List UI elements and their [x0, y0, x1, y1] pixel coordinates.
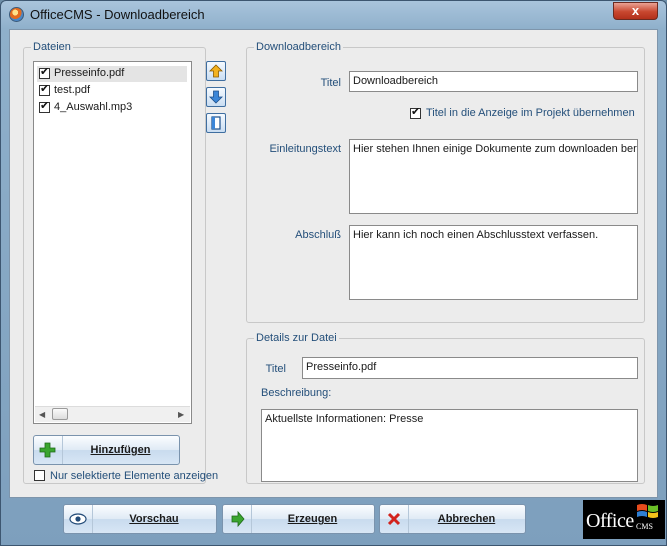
- eye-icon: [64, 505, 93, 533]
- description-textarea[interactable]: Aktuellste Informationen: Presse: [261, 409, 638, 482]
- main-window: OfficeCMS - Downloadbereich x Dateien ✔ …: [0, 0, 667, 546]
- scroll-thumb[interactable]: [52, 408, 68, 420]
- close-button[interactable]: x: [613, 2, 658, 20]
- take-title-label: Titel in die Anzeige im Projekt übernehm…: [426, 107, 635, 119]
- arrow-right-icon: [223, 505, 252, 533]
- list-item[interactable]: ✔ test.pdf: [37, 83, 187, 99]
- preview-button-label: Vorschau: [129, 513, 179, 525]
- file-checkbox[interactable]: ✔: [39, 100, 50, 113]
- cancel-button-label: Abbrechen: [437, 513, 496, 525]
- title-label: Titel: [320, 77, 341, 89]
- close-icon: x: [631, 3, 640, 18]
- officecms-logo: Office CMS: [583, 500, 665, 539]
- logo-subtext: CMS: [636, 522, 653, 531]
- take-title-checkbox[interactable]: ✔: [410, 106, 421, 119]
- page-button[interactable]: [206, 113, 226, 133]
- generate-button-label: Erzeugen: [287, 513, 338, 525]
- list-item[interactable]: ✔ 4_Auswahl.mp3: [37, 100, 187, 116]
- list-item[interactable]: ✔ Presseinfo.pdf: [37, 66, 187, 82]
- arrow-down-icon: [209, 90, 223, 104]
- file-checkbox[interactable]: ✔: [39, 83, 50, 96]
- horizontal-scrollbar[interactable]: ◀ ▶: [35, 406, 190, 422]
- move-up-button[interactable]: [206, 61, 226, 81]
- file-name: Presseinfo.pdf: [54, 67, 125, 79]
- preview-button[interactable]: Vorschau: [63, 504, 217, 534]
- generate-button[interactable]: Erzeugen: [222, 504, 375, 534]
- app-icon: [9, 7, 24, 22]
- only-selected-label: Nur selektierte Elemente anzeigen: [50, 470, 219, 482]
- footer-bar: Vorschau Erzeugen Abbrechen Office CMS: [9, 498, 665, 542]
- scroll-left-icon[interactable]: ◀: [39, 410, 45, 419]
- file-list[interactable]: ✔ Presseinfo.pdf ✔ test.pdf ✔ 4_Auswahl.…: [33, 61, 192, 424]
- description-label: Beschreibung:: [261, 387, 332, 399]
- plus-icon: [34, 436, 63, 464]
- closing-label: Abschluß: [295, 229, 341, 241]
- download-area-group-label: Downloadbereich: [254, 41, 343, 53]
- cancel-button[interactable]: Abbrechen: [379, 504, 526, 534]
- detail-title-field[interactable]: Presseinfo.pdf: [302, 357, 638, 379]
- arrow-up-icon: [209, 64, 223, 78]
- file-name: test.pdf: [54, 84, 91, 96]
- title-field[interactable]: Downloadbereich: [349, 71, 638, 92]
- files-group-label: Dateien: [31, 41, 73, 53]
- detail-title-label: Titel: [265, 363, 286, 375]
- title-bar[interactable]: OfficeCMS - Downloadbereich x: [1, 1, 666, 29]
- only-selected-checkbox[interactable]: [34, 470, 45, 481]
- dialog-client-area: Dateien ✔ Presseinfo.pdf ✔ test.pdf ✔ 4_…: [9, 29, 658, 498]
- move-down-button[interactable]: [206, 87, 226, 107]
- window-title: OfficeCMS - Downloadbereich: [30, 7, 205, 22]
- scroll-right-icon[interactable]: ▶: [178, 410, 184, 419]
- add-button[interactable]: Hinzufügen: [33, 435, 180, 465]
- file-checkbox[interactable]: ✔: [39, 66, 50, 79]
- cross-icon: [380, 505, 409, 533]
- windows-flag-icon: [637, 504, 658, 518]
- logo-text: Office: [586, 510, 634, 532]
- file-details-group-label: Details zur Datei: [254, 332, 339, 344]
- page-icon: [211, 116, 221, 130]
- add-button-label: Hinzufügen: [90, 444, 151, 456]
- intro-label: Einleitungstext: [269, 143, 341, 155]
- file-name: 4_Auswahl.mp3: [54, 101, 133, 113]
- intro-textarea[interactable]: Hier stehen Ihnen einige Dokumente zum d…: [349, 139, 638, 214]
- closing-textarea[interactable]: Hier kann ich noch einen Abschlusstext v…: [349, 225, 638, 300]
